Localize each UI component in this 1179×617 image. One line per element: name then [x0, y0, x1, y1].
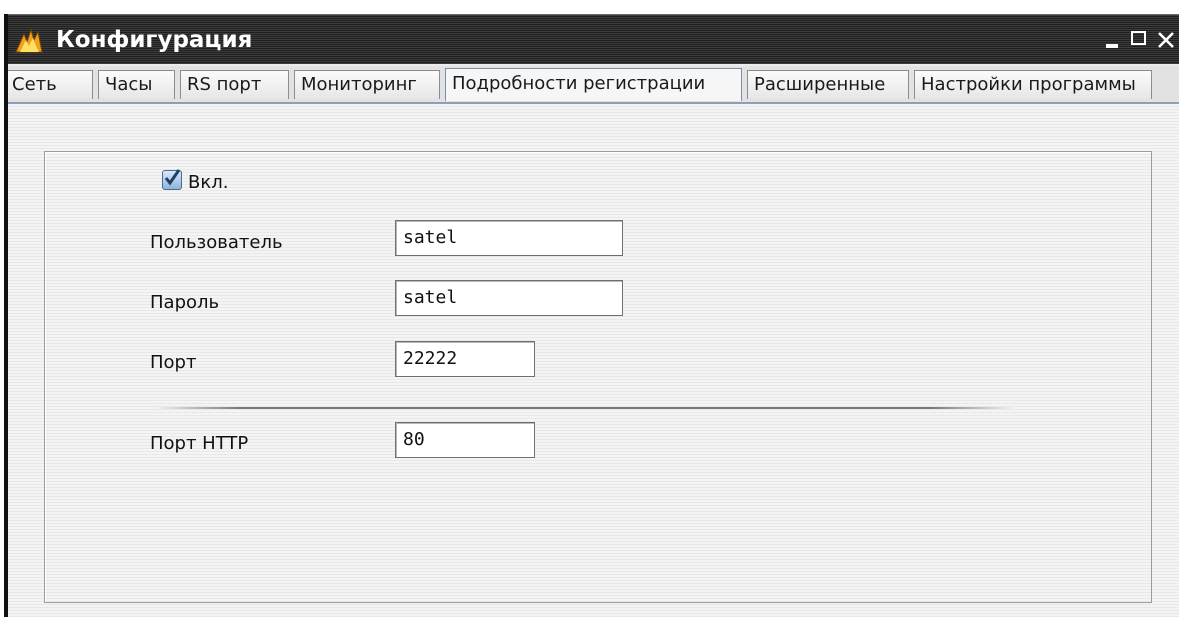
close-icon[interactable]	[1154, 27, 1179, 53]
port-label: Порт	[150, 352, 197, 373]
settings-panel	[44, 151, 1152, 603]
window-left-edge	[4, 14, 8, 617]
password-label: Пароль	[150, 292, 220, 313]
tab-advanced[interactable]: Расширенные	[747, 70, 909, 99]
minimize-icon[interactable]	[1100, 27, 1126, 53]
check-icon	[164, 169, 181, 186]
title-bar[interactable]: Конфигурация	[4, 14, 1179, 64]
enabled-checkbox[interactable]	[162, 169, 182, 190]
tab-rs-port[interactable]: RS порт	[180, 70, 289, 99]
port-field[interactable]: 22222	[395, 341, 535, 377]
app-icon	[14, 26, 44, 54]
tab-clock[interactable]: Часы	[98, 70, 175, 99]
window-title: Конфигурация	[56, 27, 253, 53]
password-field[interactable]: satel	[395, 280, 623, 316]
tab-program-settings[interactable]: Настройки программы	[914, 70, 1152, 99]
http-port-field[interactable]: 80	[395, 422, 535, 458]
tab-network[interactable]: Сеть	[5, 70, 93, 99]
enabled-label: Вкл.	[188, 172, 229, 193]
http-port-label: Порт HTTP	[150, 433, 249, 454]
tab-bar: Сеть Часы RS порт Мониторинг Подробности…	[4, 66, 1179, 102]
user-label: Пользователь	[150, 232, 283, 253]
maximize-icon[interactable]	[1128, 27, 1154, 53]
section-divider	[155, 407, 1015, 409]
tab-monitoring[interactable]: Мониторинг	[294, 70, 440, 99]
user-field[interactable]: satel	[395, 220, 623, 256]
tab-registration-details[interactable]: Подробности регистрации	[445, 68, 742, 101]
